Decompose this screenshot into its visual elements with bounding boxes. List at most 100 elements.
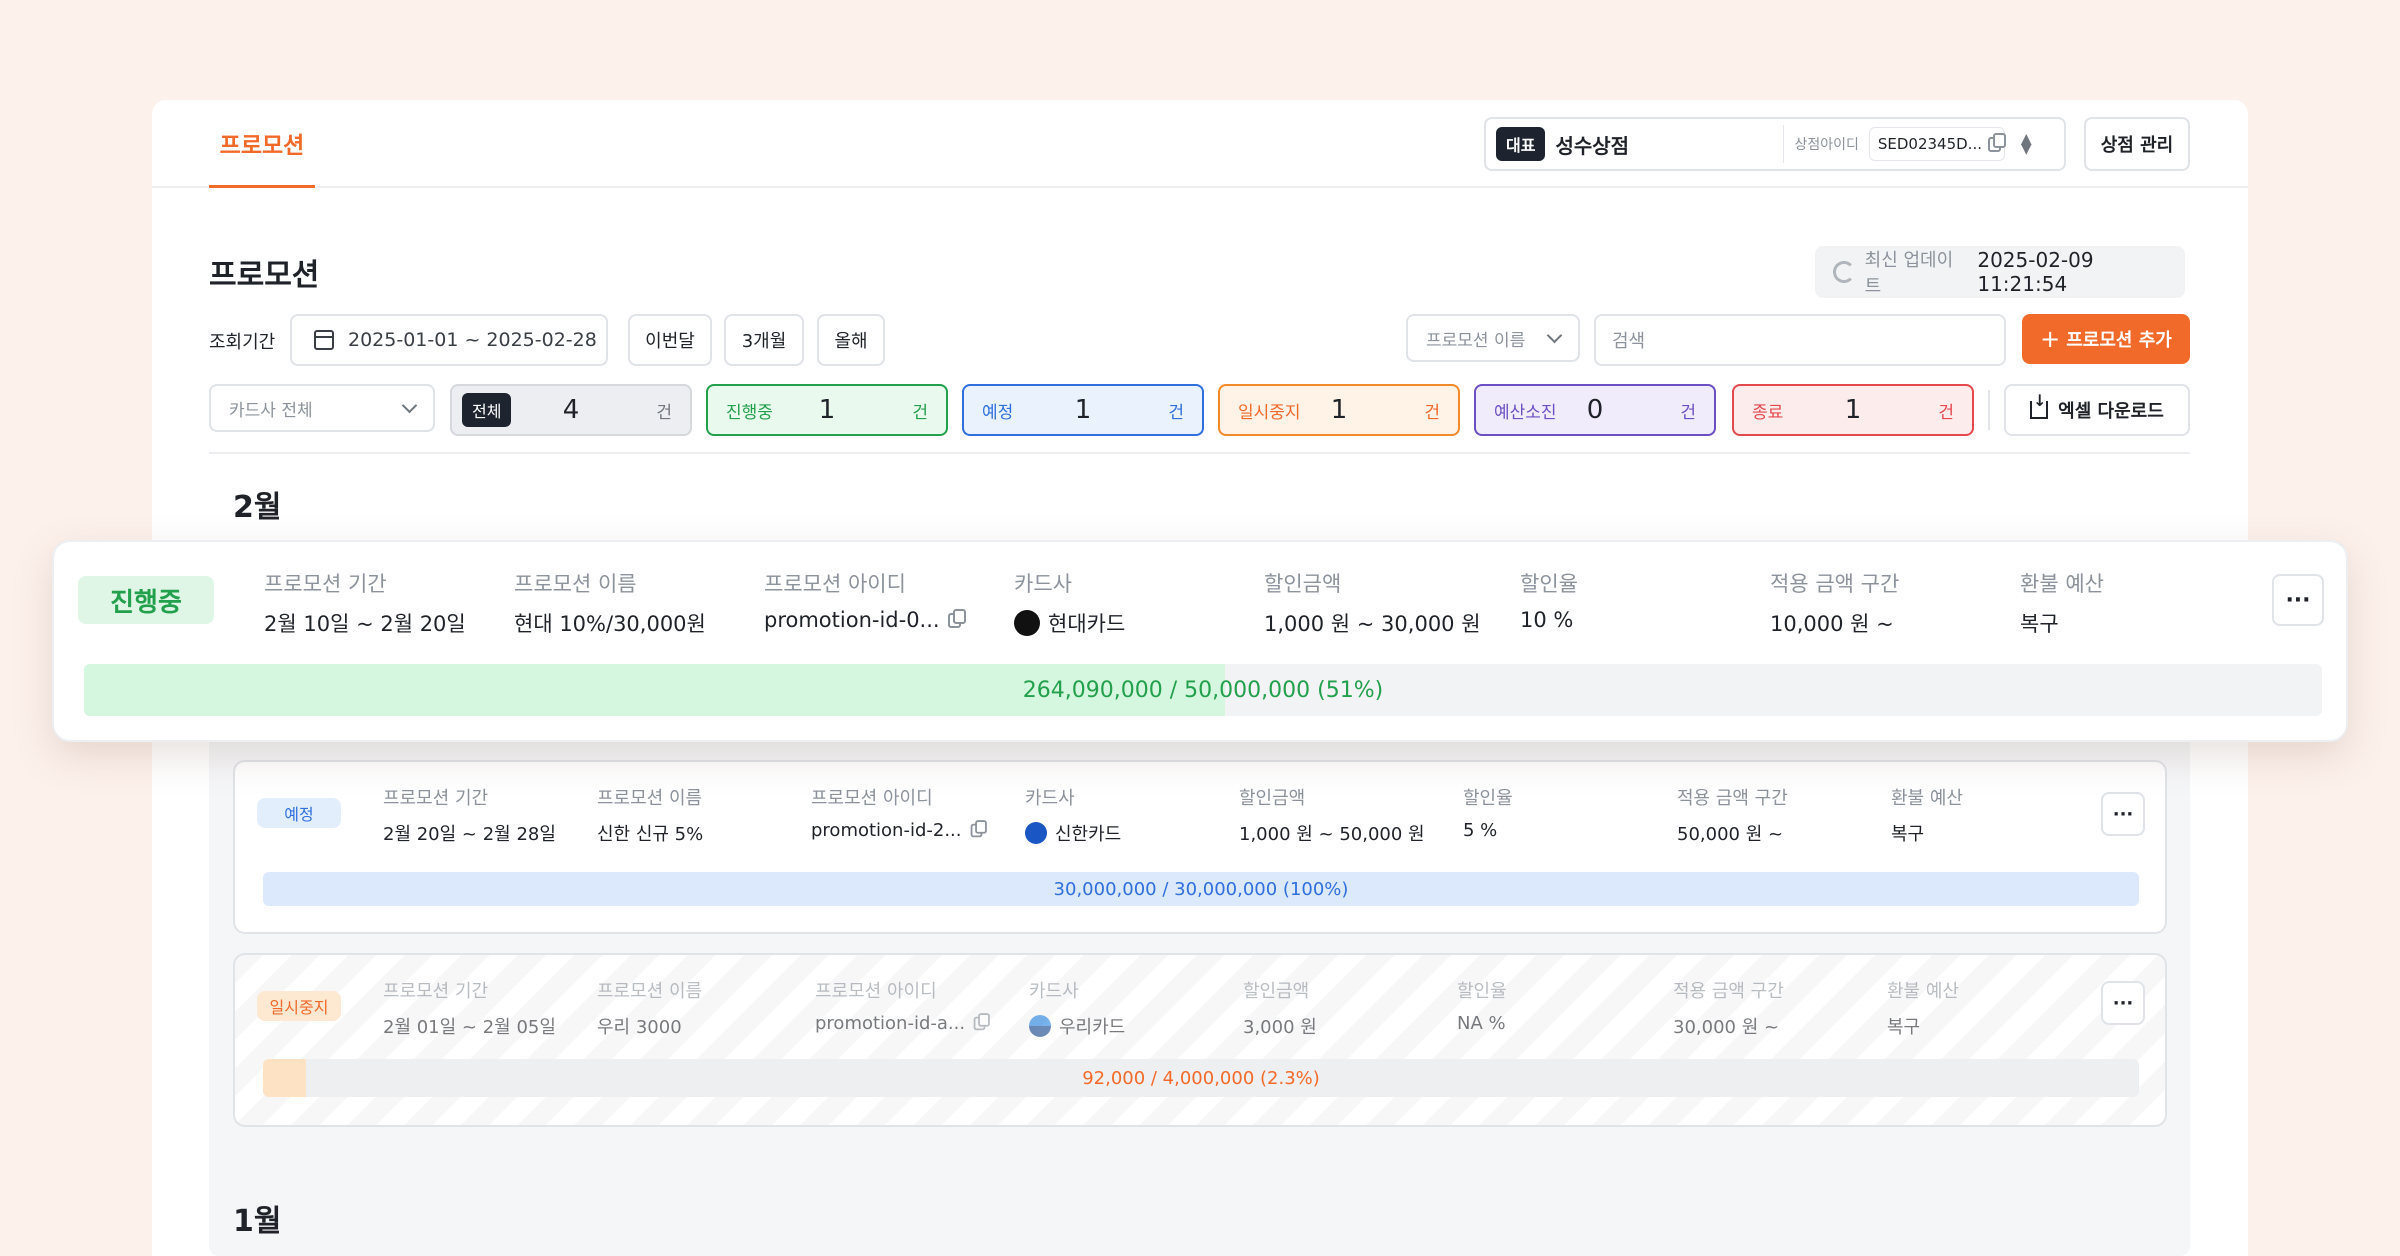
- date-range-picker[interactable]: 2025-01-01 ~ 2025-02-28: [290, 314, 608, 366]
- chevron-down-icon: [401, 397, 418, 413]
- col-refund: 환불 예산 복구: [1891, 784, 1963, 846]
- status-chip-active[interactable]: 진행중 1 건: [706, 384, 948, 436]
- col-header: 프로모션 기간: [383, 788, 489, 809]
- col-header: 프로모션 아이디: [811, 788, 933, 809]
- copy-icon[interactable]: [970, 820, 987, 838]
- status-chip-scheduled[interactable]: 예정 1 건: [962, 384, 1204, 436]
- store-name: 성수상점: [1555, 133, 1630, 158]
- budget-progress-bar: 264,090,000 / 50,000,000 (51%): [84, 664, 2322, 716]
- discount-value: 3,000 원: [1243, 1017, 1317, 1038]
- month-heading-jan: 1월: [233, 1204, 282, 1239]
- card-company-select[interactable]: 카드사 전체: [209, 384, 435, 432]
- status-chip-ended[interactable]: 종료 1 건: [1732, 384, 1974, 436]
- more-button[interactable]: ···: [2272, 574, 2324, 626]
- col-header: 적용 금액 구간: [1673, 981, 1784, 1002]
- col-header: 카드사: [1014, 572, 1072, 596]
- col-refund: 환불 예산복구: [1887, 977, 1959, 1039]
- more-button[interactable]: ···: [2101, 792, 2145, 836]
- copy-icon[interactable]: [947, 608, 966, 628]
- woori-logo-icon: [1029, 1015, 1051, 1037]
- more-button[interactable]: ···: [2101, 981, 2145, 1025]
- col-card: 카드사 신한카드: [1025, 784, 1121, 846]
- col-period: 프로모션 기간 2월 10일 ~ 2월 20일: [264, 568, 466, 638]
- store-manage-button[interactable]: 상점 관리: [2084, 117, 2190, 171]
- budget-percent: (51%): [1317, 677, 1384, 703]
- copy-icon[interactable]: [1987, 132, 2006, 152]
- promotion-card-active[interactable]: 진행중 프로모션 기간 2월 10일 ~ 2월 20일 프로모션 이름 현대 10%…: [52, 540, 2348, 742]
- tab-promotion[interactable]: 프로모션: [209, 100, 315, 188]
- name-value: 신한 신규 5%: [597, 824, 704, 845]
- col-header: 환불 예산: [1887, 981, 1959, 1002]
- col-header: 프로모션 아이디: [764, 572, 906, 596]
- budget-text: 92,000 / 4,000,000: [1082, 1067, 1255, 1089]
- add-promotion-label: 프로모션 추가: [2066, 330, 2172, 351]
- card-value: 현대카드: [1048, 612, 1126, 636]
- add-promotion-button[interactable]: + 프로모션 추가: [2022, 314, 2190, 364]
- col-header: 적용 금액 구간: [1677, 788, 1788, 809]
- budget-percent: (2.3%): [1260, 1067, 1320, 1089]
- col-card: 카드사우리카드: [1029, 977, 1125, 1039]
- col-rate: 할인율 NA %: [1457, 977, 1507, 1034]
- refund-value: 복구: [1891, 824, 1925, 845]
- store-id-field: SED02345D...: [1868, 127, 2006, 161]
- col-header: 적용 금액 구간: [1770, 572, 1900, 596]
- col-header: 프로모션 이름: [597, 788, 703, 809]
- excel-download-button[interactable]: 엑셀 다운로드: [2004, 384, 2190, 436]
- discount-value: 1,000 원 ~ 50,000 원: [1239, 824, 1425, 845]
- chip-count: 0: [1586, 395, 1604, 425]
- status-badge: 예정: [257, 798, 341, 828]
- excel-download-label: 엑셀 다운로드: [2058, 401, 2164, 422]
- col-name: 프로모션 이름신한 신규 5%: [597, 784, 703, 846]
- store-selector[interactable]: 대표 성수상점 상점아이디 SED02345D... ▲ ▼: [1484, 117, 2066, 171]
- rate-value: NA %: [1457, 1013, 1506, 1034]
- col-id: 프로모션 아이디 promotion-id-a...: [815, 977, 990, 1034]
- name-value: 우리 3000: [597, 1017, 682, 1038]
- updated-label: 최신 업데이트: [1864, 250, 1954, 297]
- col-name: 프로모션 이름 현대 10%/30,000원: [514, 568, 706, 638]
- refund-value: 복구: [1887, 1017, 1921, 1038]
- quick-3-months-button[interactable]: 3개월: [724, 314, 804, 366]
- updated-value: 2025-02-09 11:21:54: [1977, 248, 2094, 296]
- status-badge: 일시중지: [257, 991, 341, 1021]
- last-updated: 최신 업데이트 2025-02-09 11:21:54: [1815, 246, 2185, 298]
- col-header: 할인금액: [1243, 981, 1310, 1002]
- quick-this-month-button[interactable]: 이번달: [628, 314, 712, 366]
- col-header: 할인율: [1457, 981, 1507, 1002]
- chip-count: 1: [1330, 395, 1348, 425]
- chip-count: 1: [1844, 395, 1862, 425]
- copy-icon[interactable]: [973, 1013, 990, 1031]
- refund-value: 복구: [2020, 612, 2059, 636]
- search-input[interactable]: 검색: [1594, 314, 2006, 366]
- period-value: 2월 20일 ~ 2월 28일: [383, 824, 556, 845]
- status-chip-exhausted[interactable]: 예산소진 0 건: [1474, 384, 1716, 436]
- refresh-icon[interactable]: [1833, 261, 1855, 283]
- col-header: 프로모션 이름: [597, 981, 703, 1002]
- tab-bar: 프로모션 대표 성수상점 상점아이디 SED02345D... ▲ ▼ 상점 관리: [152, 100, 2248, 188]
- status-chip-all[interactable]: 전체 4 건: [450, 384, 692, 436]
- col-header: 카드사: [1029, 981, 1079, 1002]
- col-header: 할인금액: [1264, 572, 1342, 596]
- period-label: 조회기간: [209, 332, 276, 353]
- card-value: 우리카드: [1059, 1017, 1126, 1038]
- col-discount: 할인금액 3,000 원: [1243, 977, 1317, 1039]
- download-icon: [2030, 391, 2049, 419]
- col-header: 카드사: [1025, 788, 1075, 809]
- promotion-card-scheduled[interactable]: 예정 프로모션 기간 2월 20일 ~ 2월 28일 프로모션 이름신한 신규 5…: [233, 760, 2167, 934]
- col-header: 프로모션 아이디: [815, 981, 937, 1002]
- col-header: 환불 예산: [2020, 572, 2104, 596]
- col-rate: 할인율 5 %: [1463, 784, 1513, 841]
- range-value: 10,000 원 ~: [1770, 612, 1894, 636]
- col-range: 적용 금액 구간 30,000 원 ~: [1673, 977, 1784, 1039]
- quick-this-year-button[interactable]: 올해: [817, 314, 885, 366]
- col-card: 카드사현대카드: [1014, 568, 1125, 638]
- budget-progress-bar: 92,000 / 4,000,000 (2.3%): [263, 1059, 2139, 1097]
- chip-unit: 건: [912, 402, 928, 423]
- id-value: promotion-id-a...: [815, 1013, 966, 1034]
- chip-count: 4: [562, 395, 580, 425]
- store-id-value: SED02345D...: [1877, 135, 1982, 153]
- chip-unit: 건: [656, 402, 672, 423]
- promotion-name-select[interactable]: 프로모션 이름: [1406, 314, 1580, 362]
- promotion-card-paused[interactable]: 일시중지 프로모션 기간 2월 01일 ~ 2월 05일 프로모션 이름 우리 30…: [233, 953, 2167, 1127]
- status-chip-paused[interactable]: 일시중지 1 건: [1218, 384, 1460, 436]
- store-id-label: 상점아이디: [1794, 137, 1859, 153]
